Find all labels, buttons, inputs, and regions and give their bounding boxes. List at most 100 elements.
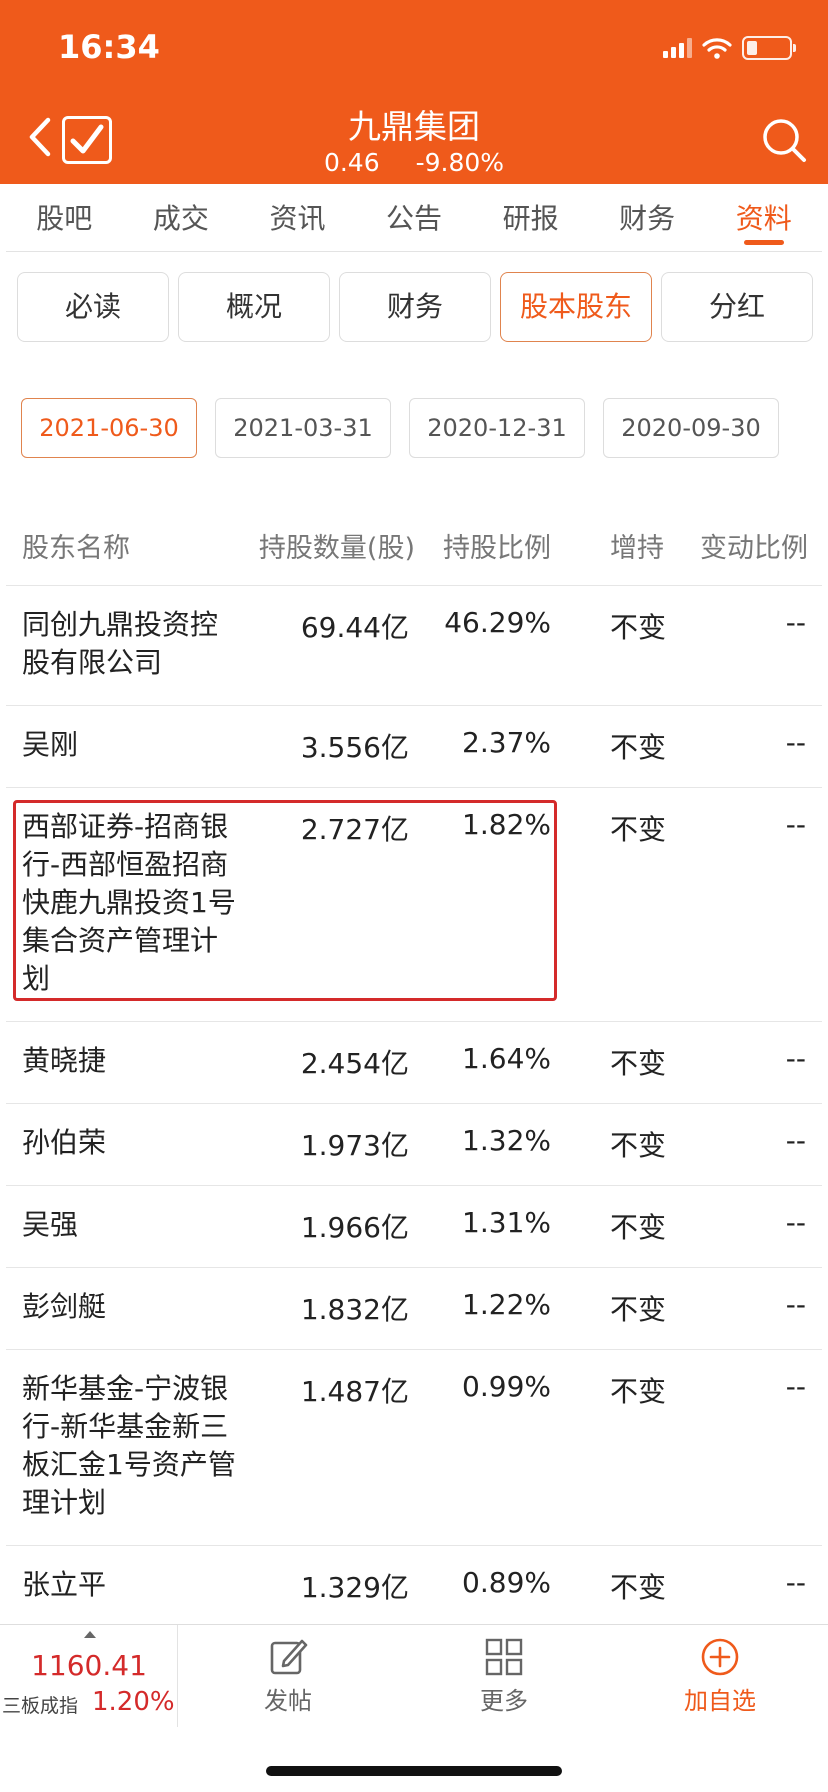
- holding-change: 不变: [610, 611, 667, 644]
- shareholders-table: 股东名称 持股数量(股) 持股比例 增持 变动比例 同创九鼎投资控股有限公司 6…: [0, 510, 828, 1628]
- tab-profile[interactable]: 资料: [705, 184, 822, 251]
- share-percent: 0.99%: [462, 1370, 551, 1403]
- index-value: 1160.41: [31, 1649, 147, 1682]
- table-row[interactable]: 黄晓捷 2.454亿 1.64% 不变 --: [6, 1022, 822, 1104]
- segment-overview[interactable]: 概况: [178, 272, 330, 342]
- status-icons: [663, 36, 796, 60]
- table-header: 股东名称 持股数量(股) 持股比例 增持 变动比例: [6, 510, 822, 586]
- post-label: 发帖: [264, 1687, 312, 1715]
- table-row[interactable]: 同创九鼎投资控股有限公司 69.44亿 46.29% 不变 --: [6, 586, 822, 706]
- app-header: 16:34 九鼎集团 0.46 -9.80%: [0, 0, 828, 184]
- search-icon[interactable]: [760, 116, 808, 164]
- shareholder-name: 西部证券-招商银行-西部恒盈招商快鹿九鼎投资1号集合资产管理计划: [22, 810, 236, 995]
- battery-icon: [742, 36, 796, 60]
- share-quantity: 69.44亿: [300, 611, 409, 644]
- shareholder-name: 新华基金-宁波银行-新华基金新三板汇金1号资产管理计划: [22, 1372, 236, 1519]
- share-percent: 1.31%: [462, 1206, 551, 1239]
- holding-change: 不变: [610, 731, 667, 764]
- table-row[interactable]: 西部证券-招商银行-西部恒盈招商快鹿九鼎投资1号集合资产管理计划 2.727亿 …: [6, 788, 822, 1022]
- tab-guba[interactable]: 股吧: [6, 184, 123, 251]
- shareholder-name: 吴刚: [22, 728, 79, 761]
- holding-change: 不变: [610, 1129, 667, 1162]
- shareholder-name: 张立平: [22, 1568, 107, 1601]
- tab-finance[interactable]: 财务: [589, 184, 706, 251]
- holding-change: 不变: [610, 1571, 667, 1604]
- shareholder-name: 彭剑艇: [22, 1290, 107, 1323]
- home-indicator: [266, 1766, 562, 1776]
- shareholder-name: 孙伯荣: [22, 1126, 107, 1159]
- grid-icon: [485, 1638, 523, 1676]
- shareholder-name: 同创九鼎投资控股有限公司: [22, 608, 219, 679]
- segment-dividends[interactable]: 分红: [661, 272, 813, 342]
- index-change: 1.20%: [92, 1687, 175, 1717]
- stock-title: 九鼎集团: [348, 107, 480, 146]
- stock-change: -9.80%: [415, 148, 505, 177]
- change-ratio: --: [785, 606, 806, 639]
- plus-circle-icon: [701, 1638, 739, 1676]
- watchlist-label: 加自选: [684, 1687, 756, 1715]
- tab-research[interactable]: 研报: [472, 184, 589, 251]
- header-pct: 持股比例: [443, 533, 551, 564]
- wifi-icon: [702, 38, 732, 59]
- add-watchlist-button[interactable]: 加自选: [650, 1637, 790, 1716]
- table-row[interactable]: 孙伯荣 1.973亿 1.32% 不变 --: [6, 1104, 822, 1186]
- index-ticker[interactable]: 1160.41 三板成指 1.20%: [0, 1625, 178, 1727]
- index-name: 三板成指: [2, 1695, 79, 1717]
- share-quantity: 3.556亿: [300, 731, 409, 764]
- change-ratio: --: [785, 1566, 806, 1599]
- table-row[interactable]: 彭剑艇 1.832亿 1.22% 不变 --: [6, 1268, 822, 1350]
- header-change: 增持: [610, 533, 664, 564]
- header-qty: 持股数量(股): [258, 533, 415, 564]
- header-name: 股东名称: [22, 533, 130, 564]
- more-label: 更多: [480, 1687, 528, 1715]
- table-row[interactable]: 新华基金-宁波银行-新华基金新三板汇金1号资产管理计划 1.487亿 0.99%…: [6, 1350, 822, 1546]
- share-quantity: 2.454亿: [300, 1047, 409, 1080]
- change-ratio: --: [785, 726, 806, 759]
- tab-news[interactable]: 资讯: [239, 184, 356, 251]
- report-date-selector: 2021-06-30 2021-03-31 2020-12-31 2020-09-30: [21, 398, 791, 460]
- holding-change: 不变: [610, 1047, 667, 1080]
- share-percent: 46.29%: [444, 606, 551, 639]
- share-percent: 1.22%: [462, 1288, 551, 1321]
- share-percent: 1.64%: [462, 1042, 551, 1075]
- share-quantity: 1.973亿: [300, 1129, 409, 1162]
- signal-icon: [663, 38, 692, 58]
- table-row[interactable]: 吴强 1.966亿 1.31% 不变 --: [6, 1186, 822, 1268]
- tab-announcements[interactable]: 公告: [356, 184, 473, 251]
- main-tabs: 股吧 成交 资讯 公告 研报 财务 资料: [6, 184, 822, 252]
- stock-quote: 0.46 -9.80%: [0, 148, 828, 177]
- change-ratio: --: [785, 1206, 806, 1239]
- segment-must-read[interactable]: 必读: [17, 272, 169, 342]
- table-row[interactable]: 吴刚 3.556亿 2.37% 不变 --: [6, 706, 822, 788]
- change-ratio: --: [785, 808, 806, 841]
- date-chip[interactable]: 2021-06-30: [21, 398, 197, 458]
- change-ratio: --: [785, 1042, 806, 1075]
- share-percent: 2.37%: [462, 726, 551, 759]
- change-ratio: --: [785, 1124, 806, 1157]
- more-button[interactable]: 更多: [434, 1637, 574, 1716]
- shareholder-name: 黄晓捷: [22, 1044, 107, 1077]
- post-button[interactable]: 发帖: [218, 1637, 358, 1716]
- holding-change: 不变: [610, 1211, 667, 1244]
- date-chip[interactable]: 2021-03-31: [215, 398, 391, 458]
- date-chip[interactable]: 2020-12-31: [409, 398, 585, 458]
- share-quantity: 1.832亿: [300, 1293, 409, 1326]
- share-quantity: 1.487亿: [300, 1375, 409, 1408]
- segment-finance[interactable]: 财务: [339, 272, 491, 342]
- table-row[interactable]: 张立平 1.329亿 0.89% 不变 --: [6, 1546, 822, 1628]
- change-ratio: --: [785, 1370, 806, 1403]
- holding-change: 不变: [610, 813, 667, 846]
- share-percent: 0.89%: [462, 1566, 551, 1599]
- share-quantity: 1.329亿: [300, 1571, 409, 1604]
- shareholder-name: 吴强: [22, 1208, 79, 1241]
- segment-shareholders[interactable]: 股本股东: [500, 272, 652, 342]
- edit-icon: [270, 1639, 308, 1675]
- change-ratio: --: [785, 1288, 806, 1321]
- share-quantity: 2.727亿: [300, 813, 409, 846]
- header-ratio: 变动比例: [700, 533, 808, 564]
- share-percent: 1.82%: [462, 808, 551, 841]
- holding-change: 不变: [610, 1375, 667, 1408]
- date-chip[interactable]: 2020-09-30: [603, 398, 779, 458]
- tab-trades[interactable]: 成交: [123, 184, 240, 251]
- holding-change: 不变: [610, 1293, 667, 1326]
